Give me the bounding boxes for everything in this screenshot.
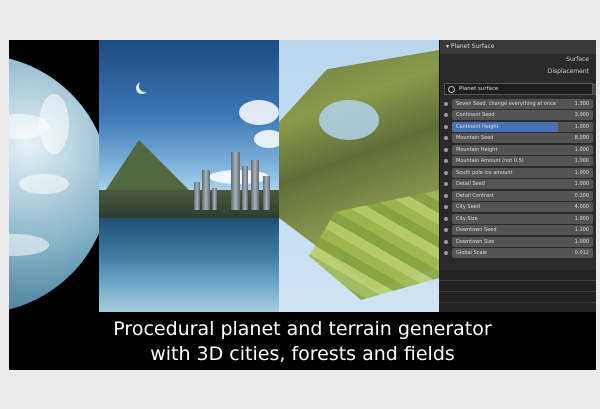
socket-icon (444, 216, 448, 221)
timeline-strip[interactable] (439, 270, 596, 312)
caption-line-1: Procedural planet and terrain generator (113, 318, 492, 340)
surface-socket[interactable]: Surface (440, 54, 596, 66)
param-row[interactable]: City Size 1.000 (444, 213, 593, 225)
socket-icon (444, 102, 448, 106)
param-field[interactable]: Downtown Seed 1.100 (452, 225, 593, 236)
socket-icon (444, 228, 448, 233)
node-group-icon (448, 86, 455, 93)
caption-line-2: with 3D cities, forests and fields (150, 343, 455, 365)
browse-button[interactable] (592, 84, 596, 95)
param-field[interactable]: Detail Contrast 0.200 (452, 190, 593, 201)
param-row[interactable]: Mountain Height 1.000 (444, 144, 593, 156)
param-field[interactable]: City Size 1.000 (452, 213, 593, 224)
socket-icon (444, 205, 448, 210)
socket-icon (444, 239, 448, 244)
socket-icon (444, 170, 448, 175)
video-frame: ▾ Planet Surface Surface Displacement Pl… (9, 40, 596, 370)
socket-icon (444, 251, 448, 256)
param-field[interactable]: Continent Seed 3.000 (452, 110, 593, 121)
moon-icon (139, 80, 151, 92)
param-row[interactable]: Downtown Seed 1.100 (444, 225, 593, 236)
param-row[interactable]: Mountain Amount (not 0.5) 1.000 (444, 156, 593, 167)
water-render (99, 218, 279, 312)
socket-icon (444, 159, 448, 164)
param-field[interactable]: Mountain Amount (not 0.5) 1.000 (452, 156, 593, 167)
param-row[interactable]: Mountain Seed 8.000 (444, 133, 593, 144)
socket-icon (444, 147, 448, 152)
param-field[interactable]: Continent Height 1.000 (452, 121, 593, 132)
param-field[interactable]: Mountain Seed 8.000 (452, 133, 593, 144)
displacement-socket[interactable]: Displacement (440, 66, 596, 78)
panel-title: Planet Surface (450, 43, 495, 50)
param-field[interactable]: South pole ice amount 1.000 (452, 167, 593, 178)
panel-header[interactable]: ▾ Planet Surface (440, 40, 596, 54)
socket-icon (444, 124, 448, 129)
render-viewport (9, 40, 439, 312)
parameter-list: Seven Seed, change everything at once 1.3… (444, 99, 593, 259)
param-row[interactable]: Continent Seed 3.000 (444, 110, 593, 121)
node-group-name: Planet surface (459, 86, 499, 92)
node-group-select[interactable]: Planet surface (444, 83, 596, 95)
caption-bar: Procedural planet and terrain generator … (9, 312, 596, 370)
param-field[interactable]: Downtown Size 1.000 (452, 236, 593, 247)
param-field[interactable]: Detail Seed 1.000 (452, 179, 593, 190)
param-row[interactable]: Global Scale 0.012 (444, 248, 593, 259)
socket-icon (444, 182, 448, 187)
param-field[interactable]: Seven Seed, change everything at once 1.3… (452, 99, 593, 109)
param-row[interactable]: Detail Seed 1.000 (444, 179, 593, 190)
socket-icon (444, 113, 448, 118)
coastline (319, 100, 379, 140)
param-field[interactable]: Mountain Height 1.000 (452, 144, 593, 155)
param-row[interactable]: Detail Contrast 0.200 (444, 190, 593, 202)
socket-icon (444, 136, 448, 141)
socket-icon (444, 193, 448, 198)
param-row[interactable]: City Seed 4.000 (444, 202, 593, 213)
param-field[interactable]: Global Scale 0.012 (452, 248, 593, 259)
param-field[interactable]: City Seed 4.000 (452, 202, 593, 213)
param-row[interactable]: Seven Seed, change everything at once 1.3… (444, 99, 593, 110)
param-row[interactable]: South pole ice amount 1.000 (444, 167, 593, 179)
param-row[interactable]: Downtown Size 1.000 (444, 236, 593, 248)
param-row[interactable]: Continent Height 1.000 (444, 121, 593, 133)
